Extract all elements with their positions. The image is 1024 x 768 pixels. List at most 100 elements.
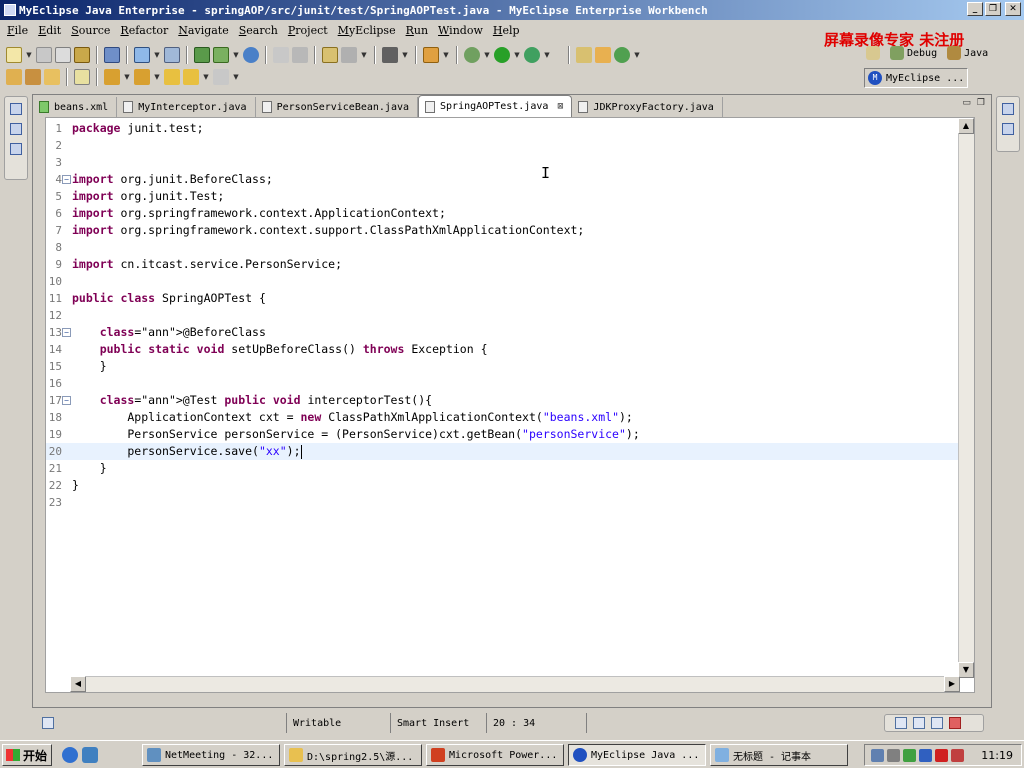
console-view-icon[interactable] (913, 717, 925, 729)
code-line[interactable]: 3 (46, 154, 960, 171)
next-annotation-icon[interactable] (104, 69, 120, 85)
perspective-resource[interactable] (866, 46, 880, 60)
tab-close-icon[interactable]: ⊠ (557, 101, 563, 112)
restore-view-icon[interactable] (10, 103, 22, 115)
menu-refactor[interactable]: Refactor (115, 24, 173, 37)
code-line[interactable]: 6 import org.springframework.context.Appl… (46, 205, 960, 222)
external-tools-dropdown-icon[interactable]: ▼ (543, 47, 551, 63)
volume-icon[interactable] (887, 748, 900, 762)
fold-collapse-icon[interactable]: − (62, 328, 71, 337)
fast-view-icon[interactable] (42, 717, 54, 729)
menu-navigate[interactable]: Navigate (173, 24, 233, 37)
tomcat-dropdown-icon[interactable]: ▼ (442, 47, 450, 63)
package-explorer-icon[interactable] (10, 123, 22, 135)
fold-collapse-icon[interactable]: − (62, 396, 71, 405)
debug-dropdown-icon[interactable]: ▼ (483, 47, 491, 63)
code-line[interactable]: 18 ApplicationContext cxt = new ClassPat… (46, 409, 960, 426)
menu-project[interactable]: Project (283, 24, 333, 37)
back-icon[interactable] (183, 69, 199, 85)
code-line[interactable]: 15 } (46, 358, 960, 375)
new-class-dropdown-icon[interactable]: ▼ (633, 47, 641, 63)
new-java-project-icon[interactable] (576, 47, 592, 63)
new-dropdown-icon[interactable]: ▼ (25, 47, 33, 63)
minimize-editor-icon[interactable]: ▭ (962, 98, 971, 108)
tab-springaoptest-java[interactable]: SpringAOPTest.java ⊠ (418, 95, 573, 117)
deploy-icon[interactable] (164, 47, 180, 63)
tab-myinterceptor-java[interactable]: MyInterceptor.java (117, 97, 256, 117)
open-task-icon[interactable] (44, 69, 60, 85)
vertical-scrollbar[interactable]: ▲ ▼ (958, 118, 974, 678)
code-editor[interactable]: 1 package junit.test; 2 3 4− import org.junit… (45, 117, 975, 693)
code-line[interactable]: 17− class="ann">@Test public void interc… (46, 392, 960, 409)
next-annotation-dropdown-icon[interactable]: ▼ (123, 69, 131, 85)
forward-dropdown-icon[interactable]: ▼ (232, 69, 240, 85)
server-icon[interactable] (104, 47, 120, 63)
edit-icon[interactable] (273, 47, 289, 63)
forward-icon[interactable] (213, 69, 229, 85)
code-line[interactable]: 1 package junit.test; (46, 120, 960, 137)
code-line[interactable]: 10 (46, 273, 960, 290)
code-line[interactable]: 8 (46, 239, 960, 256)
menu-edit[interactable]: Edit (33, 24, 66, 37)
console-icon[interactable] (382, 47, 398, 63)
code-line[interactable]: 23 (46, 494, 960, 511)
new-package-icon[interactable] (595, 47, 611, 63)
code-line[interactable]: 22} (46, 477, 960, 494)
previous-annotation-icon[interactable] (134, 69, 150, 85)
menu-help[interactable]: Help (488, 24, 525, 37)
code-line[interactable]: 20 personService.save("xx"); (46, 443, 960, 460)
pin-icon[interactable] (25, 69, 41, 85)
code-line[interactable]: 13− class="ann">@BeforeClass (46, 324, 960, 341)
restore-icon[interactable] (895, 717, 907, 729)
report-icon[interactable] (322, 47, 338, 63)
restore-view-icon[interactable] (1002, 103, 1014, 115)
web-browser-icon[interactable] (243, 47, 259, 63)
horizontal-scrollbar[interactable]: ◀ ▶ (70, 676, 960, 692)
database-dropdown-icon[interactable]: ▼ (360, 47, 368, 63)
antivirus-icon[interactable] (903, 748, 916, 762)
tab-jdkproxyfactory-java[interactable]: JDKProxyFactory.java (572, 97, 723, 117)
tab-personservicebean-java[interactable]: PersonServiceBean.java (256, 97, 419, 117)
code-line[interactable]: 7 import org.springframework.context.supp… (46, 222, 960, 239)
code-line[interactable]: 5 import org.junit.Test; (46, 188, 960, 205)
back-dropdown-icon[interactable]: ▼ (202, 69, 210, 85)
last-edit-location-icon[interactable] (164, 69, 180, 85)
code-line[interactable]: 4− import org.junit.BeforeClass; (46, 171, 960, 188)
debug-icon[interactable] (464, 47, 480, 63)
open-dropdown-icon[interactable]: ▼ (232, 47, 240, 63)
save-icon[interactable] (36, 47, 52, 63)
menu-myeclipse[interactable]: MyEclipse (333, 24, 401, 37)
servers-view-icon[interactable] (949, 717, 961, 729)
run-dropdown-icon[interactable]: ▼ (513, 47, 521, 63)
previous-annotation-dropdown-icon[interactable]: ▼ (153, 69, 161, 85)
k-app-icon[interactable] (935, 748, 948, 762)
problems-view-icon[interactable] (931, 717, 943, 729)
tab-beans-xml[interactable]: beans.xml (33, 97, 118, 117)
open-type-icon[interactable] (194, 47, 210, 63)
print-icon[interactable] (55, 47, 71, 63)
wizard-dropdown-icon[interactable]: ▼ (153, 47, 161, 63)
run-icon[interactable] (494, 47, 510, 63)
menu-window[interactable]: Window (433, 24, 488, 37)
database-icon[interactable] (341, 47, 357, 63)
show-desktop-icon[interactable] (82, 747, 98, 763)
code-line[interactable]: 12 (46, 307, 960, 324)
menu-source[interactable]: Source (66, 24, 115, 37)
fold-collapse-icon[interactable]: − (62, 175, 71, 184)
console-dropdown-icon[interactable]: ▼ (401, 47, 409, 63)
scroll-up-icon[interactable]: ▲ (958, 118, 974, 134)
maximize-button[interactable]: ❐ (985, 2, 1001, 16)
start-button[interactable]: 开始 (2, 744, 52, 766)
minimize-button[interactable]: _ (967, 2, 983, 16)
recorder-tray-icon[interactable] (951, 748, 964, 762)
new-icon[interactable] (6, 47, 22, 63)
menu-file[interactable]: File (2, 24, 33, 37)
task-myeclipse[interactable]: MyEclipse Java ... (568, 744, 706, 766)
outline-icon[interactable] (1002, 123, 1014, 135)
code-line[interactable]: 11 public class SpringAOPTest { (46, 290, 960, 307)
open-folder-icon[interactable] (6, 69, 22, 85)
perspective-debug[interactable]: Debug (890, 46, 937, 60)
perspective-myeclipse[interactable]: M MyEclipse ... (864, 68, 968, 88)
code-line[interactable]: 9 import cn.itcast.service.PersonService; (46, 256, 960, 273)
code-line[interactable]: 21 } (46, 460, 960, 477)
